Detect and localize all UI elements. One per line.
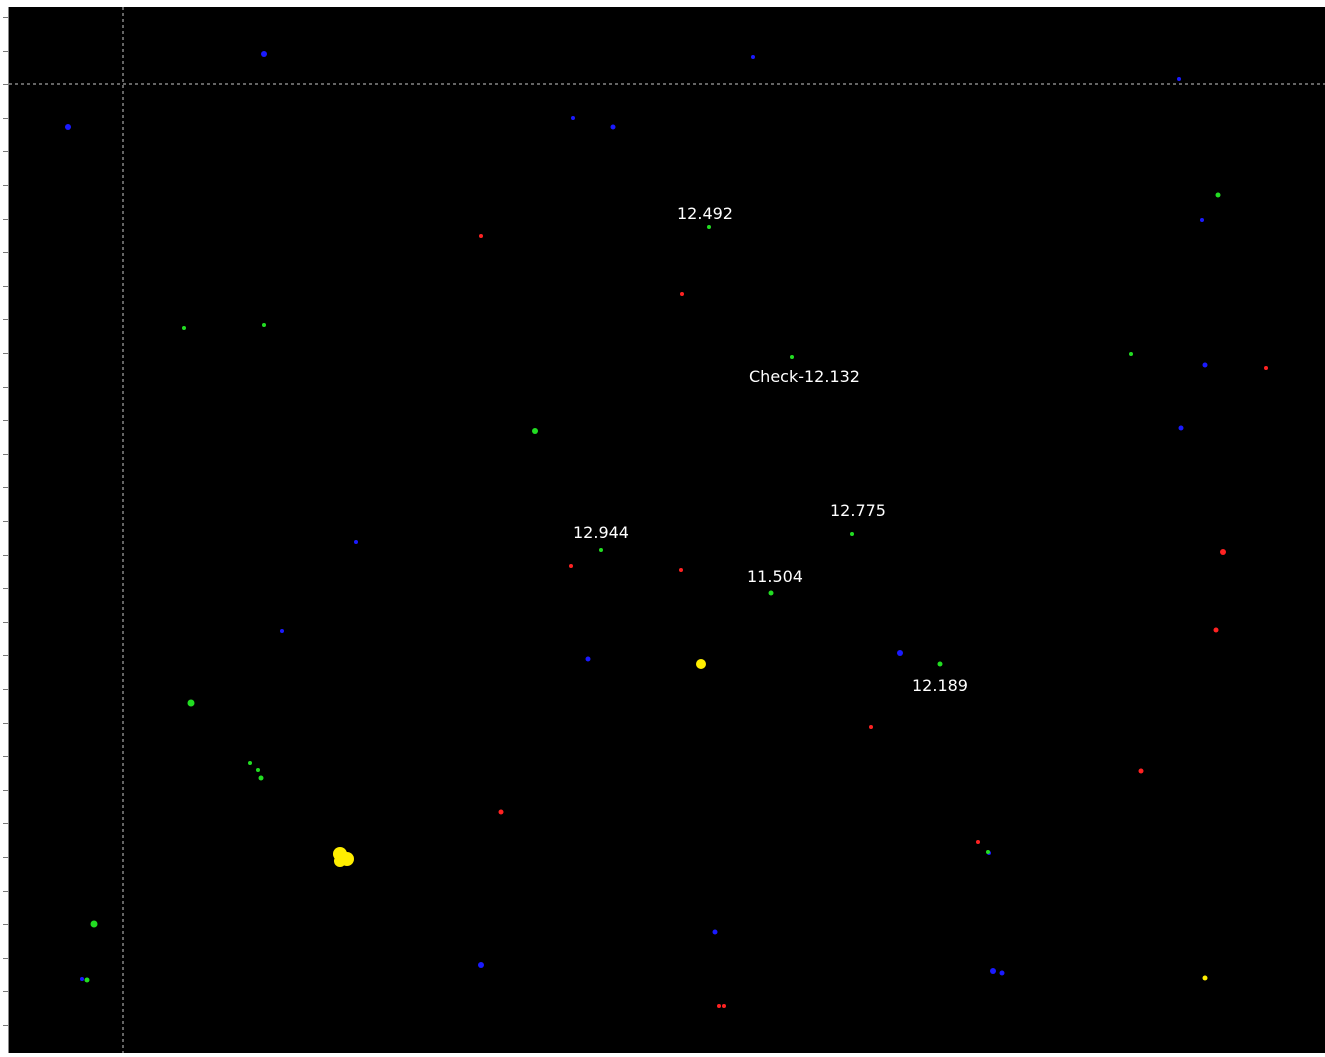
star-marker-green[interactable] [532, 428, 538, 434]
scale-tick [3, 823, 8, 824]
star-marker-blue[interactable] [80, 977, 84, 981]
star-marker-red[interactable] [976, 840, 980, 844]
scale-tick [3, 219, 8, 220]
star-marker-green[interactable] [90, 920, 98, 928]
star-marker-blue[interactable] [65, 124, 71, 130]
app-window: 12.492 Check-12.132 12.775 12.944 11.504… [0, 0, 1325, 1057]
star-field-canvas[interactable]: 12.492 Check-12.132 12.775 12.944 11.504… [9, 7, 1325, 1053]
scale-tick [3, 51, 8, 52]
scale-tick [3, 420, 8, 421]
star-label-11-504: 11.504 [747, 567, 803, 586]
bottom-border [9, 1053, 1325, 1057]
scale-tick [3, 17, 8, 18]
star-marker-blue[interactable] [712, 929, 718, 935]
star-marker-green[interactable] [248, 761, 252, 765]
star-marker-green[interactable] [84, 977, 90, 983]
star-marker-blue[interactable] [751, 55, 755, 59]
star-marker-blue[interactable] [610, 124, 616, 130]
star-marker-blue[interactable] [280, 629, 284, 633]
vertical-scale [0, 7, 9, 1053]
scale-tick [3, 991, 8, 992]
star-marker-blue[interactable] [478, 962, 484, 968]
sky-background [9, 7, 1325, 1053]
star-marker-green[interactable] [258, 775, 264, 781]
star-marker-green[interactable] [187, 699, 195, 707]
scale-tick [3, 521, 8, 522]
star-marker-red[interactable] [1138, 768, 1144, 774]
star-marker-blue[interactable] [897, 650, 903, 656]
star-label-12-944: 12.944 [573, 523, 629, 542]
star-marker-yellow[interactable] [334, 855, 346, 867]
star-marker-green[interactable] [1129, 352, 1133, 356]
scale-tick [3, 84, 8, 85]
scale-tick [3, 689, 8, 690]
top-border [9, 0, 1325, 7]
scale-tick [3, 185, 8, 186]
star-marker-green[interactable] [262, 323, 266, 327]
star-marker-blue[interactable] [354, 540, 358, 544]
star-marker-blue[interactable] [1178, 425, 1184, 431]
star-label-12-189: 12.189 [912, 676, 968, 695]
star-label-check-12-132: Check-12.132 [749, 367, 860, 386]
star-marker-green[interactable] [768, 590, 774, 596]
star-marker-green[interactable] [986, 850, 990, 854]
star-marker-green[interactable] [1215, 192, 1221, 198]
star-marker-blue[interactable] [571, 116, 575, 120]
scale-tick [3, 387, 8, 388]
star-marker-green[interactable] [707, 225, 711, 229]
star-marker-blue[interactable] [990, 968, 996, 974]
star-marker-red[interactable] [679, 568, 683, 572]
star-marker-red[interactable] [479, 234, 483, 238]
star-marker-green[interactable] [850, 532, 854, 536]
star-marker-green[interactable] [599, 548, 603, 552]
star-marker-red[interactable] [680, 292, 684, 296]
star-marker-blue[interactable] [999, 970, 1005, 976]
star-marker-red[interactable] [1264, 366, 1268, 370]
scale-tick [3, 655, 8, 656]
scale-tick [3, 622, 8, 623]
star-marker-green[interactable] [256, 768, 260, 772]
scale-tick [3, 588, 8, 589]
star-marker-red[interactable] [1213, 627, 1219, 633]
scale-tick [3, 924, 8, 925]
star-marker-red[interactable] [569, 564, 573, 568]
star-marker-red[interactable] [722, 1004, 726, 1008]
star-marker-green[interactable] [790, 355, 794, 359]
scale-tick [3, 756, 8, 757]
scale-tick [3, 790, 8, 791]
star-marker-green[interactable] [182, 326, 186, 330]
star-field-view[interactable]: 12.492 Check-12.132 12.775 12.944 11.504… [9, 7, 1325, 1053]
star-marker-red[interactable] [498, 809, 504, 815]
scale-tick [3, 319, 8, 320]
scale-tick [3, 286, 8, 287]
star-marker-red[interactable] [717, 1004, 721, 1008]
star-marker-yellow[interactable] [696, 659, 706, 669]
scale-tick [3, 454, 8, 455]
star-marker-blue[interactable] [1202, 362, 1208, 368]
scale-tick [3, 958, 8, 959]
scale-tick [3, 252, 8, 253]
star-marker-green[interactable] [937, 661, 943, 667]
star-marker-red[interactable] [1220, 549, 1226, 555]
scale-tick [3, 151, 8, 152]
scale-tick [3, 857, 8, 858]
scale-tick [3, 353, 8, 354]
scale-tick [3, 118, 8, 119]
scale-tick [3, 487, 8, 488]
scale-tick [3, 555, 8, 556]
star-label-12-492: 12.492 [677, 204, 733, 223]
star-marker-yellow[interactable] [1202, 975, 1208, 981]
star-marker-blue[interactable] [585, 656, 591, 662]
scale-tick [3, 891, 8, 892]
star-marker-blue[interactable] [261, 51, 267, 57]
scale-tick [3, 723, 8, 724]
star-label-12-775: 12.775 [830, 501, 886, 520]
star-marker-red[interactable] [869, 725, 873, 729]
star-marker-blue[interactable] [1200, 218, 1204, 222]
star-marker-blue[interactable] [1177, 77, 1181, 81]
scale-tick [3, 1025, 8, 1026]
